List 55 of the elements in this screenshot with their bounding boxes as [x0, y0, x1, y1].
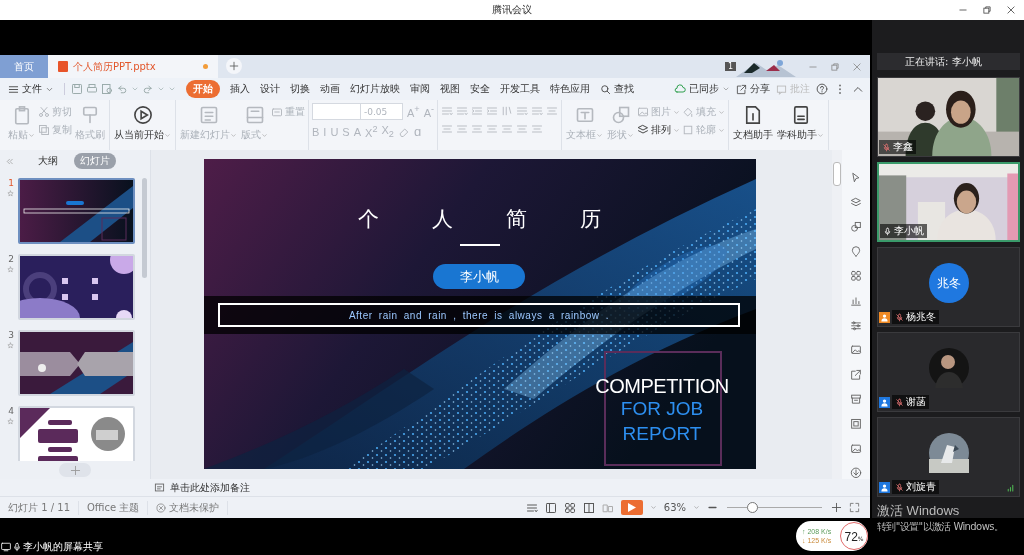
slide-number: 3: [8, 330, 14, 340]
window-title: 腾讯会议: [492, 3, 532, 17]
menu-tab[interactable]: 幻灯片放映: [350, 80, 400, 98]
share-label: 李小帆的屏幕共享: [23, 540, 103, 554]
skin-badge[interactable]: 1: [724, 62, 736, 71]
participant-tile[interactable]: 李小帆: [877, 162, 1020, 242]
participant-name: 谢菡: [906, 395, 926, 409]
panel-tab[interactable]: 大纲: [32, 153, 64, 169]
slide-number: 2: [8, 254, 14, 264]
name-tag: 李小帆: [433, 264, 525, 289]
notes-field[interactable]: 单击此处添加备注: [154, 480, 250, 495]
menu-tab[interactable]: 设计: [260, 80, 280, 98]
menu-tab[interactable]: 特色应用: [550, 80, 590, 98]
slide-number: 4: [8, 406, 14, 416]
menu-tab[interactable]: 插入: [230, 80, 250, 98]
file-menu[interactable]: 文件: [8, 82, 54, 96]
menu-tab[interactable]: 动画: [320, 80, 340, 98]
sync-button[interactable]: 已同步: [674, 82, 730, 96]
participant-name: 李鑫: [893, 140, 913, 154]
participant-name: 李小帆: [894, 224, 924, 238]
avatar: 兆冬: [928, 263, 969, 303]
ribbon-button[interactable]: 学科助手: [776, 103, 826, 144]
menu-tab[interactable]: 开发工具: [500, 80, 540, 98]
report-heading: FOR JOB: [619, 398, 705, 420]
slide-title: 个人简历: [358, 206, 654, 233]
search-button[interactable]: 查找: [600, 82, 634, 96]
ribbon-button[interactable]: 文档助手: [732, 103, 775, 144]
slide-counter: 幻灯片 1 / 11: [0, 500, 79, 515]
participant-name: 刘旋青: [906, 480, 936, 494]
participant-tile[interactable]: 兆冬 杨兆冬: [877, 247, 1020, 327]
share-button[interactable]: 分享: [736, 82, 770, 96]
participant-tile[interactable]: 谢菡: [877, 332, 1020, 412]
zoom-level[interactable]: 63%: [663, 502, 686, 513]
protection-status[interactable]: 文档未保护: [148, 500, 229, 515]
report-heading: REPORT: [621, 423, 703, 445]
ribbon-button[interactable]: 从当前开始: [113, 103, 172, 144]
slide-number: 1: [8, 178, 14, 188]
menu-tab[interactable]: 切换: [290, 80, 310, 98]
activation-title: 激活 Windows: [877, 502, 961, 520]
activation-hint: 转到"设置"以激活 Windows。: [877, 520, 1004, 534]
ribbon-button[interactable]: 排列: [637, 123, 681, 137]
participant-tile[interactable]: 刘旋青: [877, 417, 1020, 497]
panel-tab[interactable]: 幻灯片: [74, 153, 116, 169]
document-tab[interactable]: 首页: [0, 55, 48, 78]
menu-tab[interactable]: 安全: [470, 80, 490, 98]
participant-name: 杨兆冬: [906, 310, 936, 324]
document-tab[interactable]: 个人简历PPT.pptx: [48, 55, 218, 78]
menu-tab[interactable]: 审阅: [410, 80, 430, 98]
report-heading: COMPETITION: [594, 375, 730, 398]
participant-tile[interactable]: 李鑫: [877, 77, 1020, 157]
menu-tab[interactable]: 开始: [186, 80, 220, 98]
theme-name: Office 主题: [79, 500, 149, 515]
speaker-banner: 正在讲话: 李小帆: [877, 53, 1020, 70]
menu-tab[interactable]: 视图: [440, 80, 460, 98]
tagline: After rain and rain , there is always a rainbow .: [218, 303, 740, 327]
